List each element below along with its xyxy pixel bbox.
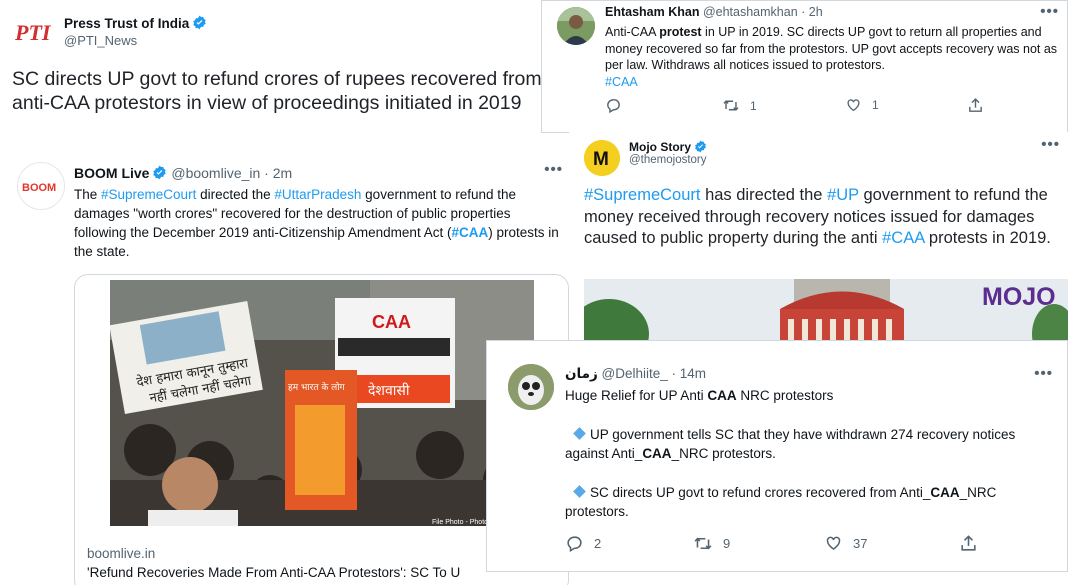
hashtag-link[interactable]: #CAA xyxy=(605,75,638,89)
verified-icon xyxy=(193,15,206,30)
link-title[interactable]: 'Refund Recoveries Made From Anti-CAA Pr… xyxy=(87,565,460,580)
user-handle[interactable]: @ehtashamkhan xyxy=(703,5,798,19)
avatar[interactable]: M xyxy=(584,140,620,176)
user-name[interactable]: Ehtasham Khan xyxy=(605,5,699,19)
separator: · xyxy=(801,5,806,19)
news-photo[interactable]: देश हमारा कानून तुम्हारा नहीं चलेगा नहीं… xyxy=(110,280,534,526)
svg-text:BOOM: BOOM xyxy=(22,182,56,194)
hashtag-link[interactable]: #UP xyxy=(827,186,859,204)
more-options-icon[interactable]: ••• xyxy=(1040,3,1059,20)
reply-button[interactable]: 2 xyxy=(565,534,601,553)
reply-count: 2 xyxy=(594,536,602,551)
timestamp[interactable]: 2m xyxy=(273,165,292,181)
pti-handle[interactable]: @PTI_News xyxy=(64,33,137,48)
reply-icon xyxy=(607,99,620,114)
like-button[interactable]: 1 xyxy=(845,97,879,113)
timestamp[interactable]: 14m xyxy=(680,366,706,381)
svg-text:M: M xyxy=(593,149,609,170)
heart-icon xyxy=(847,99,860,112)
pti-tweet-text: SC directs UP govt to refund crores of r… xyxy=(12,68,542,114)
user-handle[interactable]: @themojostory xyxy=(629,154,707,166)
like-button[interactable]: 37 xyxy=(824,534,867,552)
pti-name[interactable]: Press Trust of India xyxy=(64,15,207,31)
timestamp[interactable]: 2h xyxy=(809,5,823,19)
hashtag-link[interactable]: #CAA xyxy=(451,225,488,240)
svg-text:देशवासी: देशवासी xyxy=(368,382,410,399)
ehtasham-tweet[interactable]: Ehtasham Khan @ehtashamkhan · 2h ••• Ant… xyxy=(541,0,1068,133)
user-name[interactable]: Mojo Story xyxy=(629,140,707,154)
retweet-button[interactable]: 1 xyxy=(722,97,757,114)
avatar[interactable] xyxy=(508,364,554,410)
svg-text:MOJO: MOJO xyxy=(982,283,1056,311)
share-button[interactable] xyxy=(959,534,978,553)
user-handle[interactable]: @Delhiite_ xyxy=(602,366,668,381)
retweet-count: 1 xyxy=(750,98,757,113)
avatar[interactable] xyxy=(557,7,595,45)
pti-logo: PTI xyxy=(14,18,54,46)
more-options-icon[interactable]: ••• xyxy=(544,161,563,178)
svg-text:CAA: CAA xyxy=(372,312,411,332)
tweet-text: #SupremeCourt has directed the #UP gover… xyxy=(584,186,1051,247)
share-icon xyxy=(961,535,976,551)
tweet-header: زمان @Delhiite_ · 14m xyxy=(565,366,706,382)
tweet-text: The #SupremeCourt directed the #UttarPra… xyxy=(74,187,559,259)
tweet-text: Huge Relief for UP Anti CAA NRC protesto… xyxy=(565,388,1016,519)
mojo-tweet[interactable]: M Mojo Story @themojostory ••• #SupremeC… xyxy=(569,132,1068,352)
hashtag-link[interactable]: #SupremeCourt xyxy=(584,186,700,204)
verified-icon xyxy=(695,140,706,153)
retweet-button[interactable]: 9 xyxy=(693,534,730,553)
tweet-header: BOOM Live @boomlive_in · 2m xyxy=(74,165,292,181)
reply-button[interactable] xyxy=(605,97,622,114)
retweet-icon xyxy=(694,537,712,550)
svg-text:PTI: PTI xyxy=(14,20,52,45)
tweet-text: Anti-CAA protest in UP in 2019. SC direc… xyxy=(605,25,1058,89)
retweet-count: 9 xyxy=(723,536,731,551)
like-count: 1 xyxy=(872,98,879,112)
hashtag-link[interactable]: #UttarPradesh xyxy=(274,187,361,202)
user-handle[interactable]: @boomlive_in xyxy=(171,165,260,181)
delhiite-tweet[interactable]: زمان @Delhiite_ · 14m ••• Huge Relief fo… xyxy=(486,340,1068,572)
separator: · xyxy=(671,366,677,381)
retweet-icon xyxy=(723,100,739,111)
reply-icon xyxy=(567,536,582,553)
like-count: 37 xyxy=(853,535,868,551)
heart-icon xyxy=(826,536,841,550)
svg-text:हम भारत के लोग: हम भारत के लोग xyxy=(288,381,346,393)
user-name[interactable]: زمان xyxy=(565,366,598,381)
verified-icon xyxy=(153,165,167,180)
share-button[interactable] xyxy=(967,97,984,114)
diamond-icon xyxy=(573,426,586,440)
hashtag-link[interactable]: #SupremeCourt xyxy=(101,187,196,202)
link-domain[interactable]: boomlive.in xyxy=(87,546,155,561)
pti-tweet[interactable]: PTI Press Trust of India @PTI_News SC di… xyxy=(0,0,545,150)
more-options-icon[interactable]: ••• xyxy=(1041,136,1060,153)
diamond-icon xyxy=(573,484,586,498)
share-icon xyxy=(969,98,982,112)
separator: · xyxy=(264,165,269,181)
tweet-header: Ehtasham Khan @ehtashamkhan · 2h xyxy=(605,5,823,19)
more-options-icon[interactable]: ••• xyxy=(1034,365,1053,382)
avatar[interactable]: BOOM xyxy=(17,162,65,210)
user-name[interactable]: BOOM Live xyxy=(74,165,167,181)
hashtag-link[interactable]: #CAA xyxy=(882,229,924,247)
